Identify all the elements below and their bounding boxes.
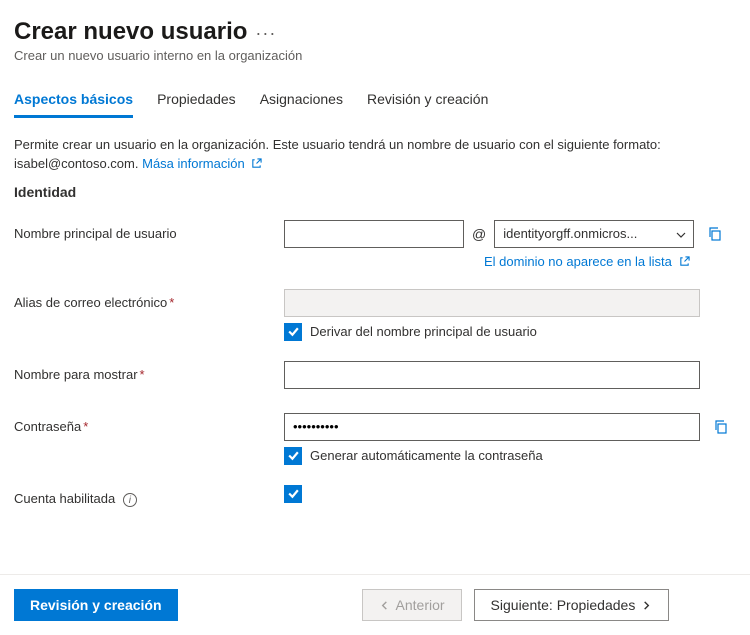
tab-bar: Aspectos básicos Propiedades Asignacione…: [14, 85, 736, 118]
info-icon[interactable]: i: [123, 493, 137, 507]
tab-basics[interactable]: Aspectos básicos: [14, 85, 133, 118]
learn-more-link[interactable]: Mása información: [142, 156, 262, 171]
tab-assignments[interactable]: Asignaciones: [260, 85, 343, 118]
domain-select[interactable]: identityorgff.onmicros...: [494, 220, 694, 248]
account-enabled-label: Cuenta habilitada i: [14, 485, 284, 508]
checkmark-icon: [287, 487, 300, 500]
alias-label: Alias de correo electrónico*: [14, 289, 284, 310]
display-name-input[interactable]: [284, 361, 700, 389]
checkmark-icon: [287, 449, 300, 462]
external-link-icon: [251, 158, 262, 169]
page-title: Crear nuevo usuario: [14, 18, 247, 46]
chevron-right-icon: [641, 600, 652, 611]
section-identity-title: Identidad: [14, 184, 736, 200]
chevron-down-icon: [675, 229, 687, 241]
previous-button: Anterior: [362, 589, 462, 621]
tab-properties[interactable]: Propiedades: [157, 85, 236, 118]
form-description: Permite crear un usuario en la organizac…: [14, 136, 736, 174]
copy-icon: [713, 419, 729, 435]
account-enabled-checkbox[interactable]: [284, 485, 302, 503]
footer-bar: Revisión y creación Anterior Siguiente: …: [0, 574, 750, 635]
alias-input: [284, 289, 700, 317]
chevron-left-icon: [379, 600, 390, 611]
tab-review[interactable]: Revisión y creación: [367, 85, 488, 118]
password-label: Contraseña*: [14, 413, 284, 434]
auto-password-checkbox[interactable]: [284, 447, 302, 465]
domain-missing-link[interactable]: El dominio no aparece en la lista: [484, 254, 690, 269]
auto-password-label: Generar automáticamente la contraseña: [310, 448, 543, 463]
derive-alias-label: Derivar del nombre principal de usuario: [310, 324, 537, 339]
next-button[interactable]: Siguiente: Propiedades: [474, 589, 670, 621]
review-create-button[interactable]: Revisión y creación: [14, 589, 178, 621]
copy-icon: [707, 226, 723, 242]
page-subtitle: Crear un nuevo usuario interno en la org…: [14, 48, 736, 63]
password-input[interactable]: [284, 413, 700, 441]
checkmark-icon: [287, 325, 300, 338]
upn-label: Nombre principal de usuario: [14, 220, 284, 241]
derive-alias-checkbox[interactable]: [284, 323, 302, 341]
copy-upn-button[interactable]: [702, 221, 728, 247]
upn-input[interactable]: [284, 220, 464, 248]
external-link-icon: [679, 256, 690, 267]
more-actions-button[interactable]: ···: [255, 23, 276, 44]
at-symbol: @: [472, 226, 486, 242]
copy-password-button[interactable]: [708, 414, 734, 440]
display-name-label: Nombre para mostrar*: [14, 361, 284, 382]
